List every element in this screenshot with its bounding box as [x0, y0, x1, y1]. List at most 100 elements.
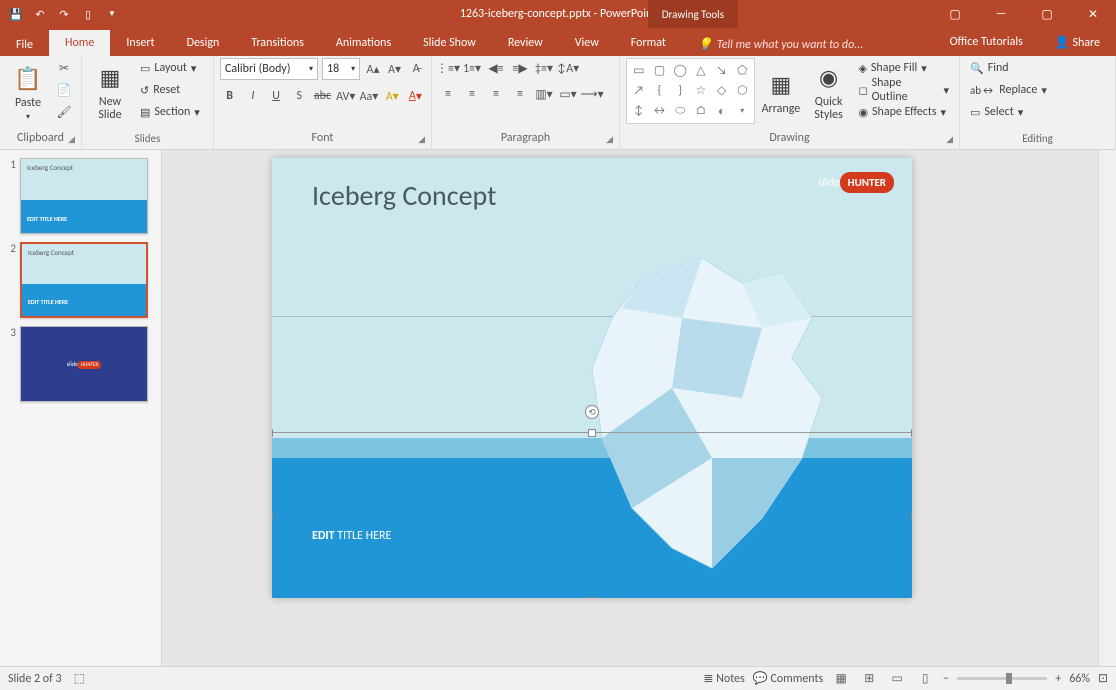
reset-button[interactable]: ↺ Reset: [136, 80, 204, 100]
minimize-button[interactable]: —: [978, 0, 1024, 28]
slide-editor[interactable]: Iceberg Concept slideHUNTER EDIT TITLE H…: [162, 150, 1116, 666]
fit-to-window-button[interactable]: ⊡: [1098, 671, 1108, 686]
office-tutorials-link[interactable]: Office Tutorials: [934, 29, 1039, 56]
highlight-button[interactable]: A▾: [383, 86, 402, 106]
dialog-launcher-icon[interactable]: ◢: [418, 134, 425, 145]
dialog-launcher-icon[interactable]: ◢: [946, 134, 953, 145]
reading-view-button[interactable]: ▭: [887, 671, 907, 687]
rotate-handle[interactable]: ⟲: [585, 405, 599, 419]
clear-formatting-button[interactable]: A̶: [407, 59, 425, 79]
arrange-button[interactable]: ▦Arrange: [759, 58, 803, 126]
char-spacing-button[interactable]: AV▾: [336, 86, 355, 106]
zoom-level[interactable]: 66%: [1069, 672, 1090, 686]
tab-format[interactable]: Format: [615, 30, 682, 56]
cut-button[interactable]: ✂: [54, 58, 74, 78]
italic-button[interactable]: I: [243, 86, 262, 106]
selection-box[interactable]: ⟲: [272, 432, 912, 598]
font-name-combo[interactable]: Calibri (Body)▾: [220, 58, 318, 80]
shadow-button[interactable]: S: [290, 86, 309, 106]
qat-dropdown-icon[interactable]: ▼: [104, 6, 120, 22]
tab-transitions[interactable]: Transitions: [235, 30, 320, 56]
zoom-out-button[interactable]: −: [943, 672, 949, 686]
text-direction-button[interactable]: ↕A▾: [558, 58, 578, 78]
bullets-button[interactable]: ⋮≡▾: [438, 58, 458, 78]
format-painter-button[interactable]: 🖌: [54, 102, 74, 122]
resize-handle[interactable]: [272, 597, 273, 598]
file-tab[interactable]: File: [0, 34, 49, 56]
slide-sorter-button[interactable]: ⊞: [859, 671, 879, 687]
layout-button[interactable]: ▭ Layout ▾: [136, 58, 204, 78]
maximize-button[interactable]: ▢: [1024, 0, 1070, 28]
change-case-button[interactable]: Aa▾: [359, 86, 378, 106]
decrease-indent-button[interactable]: ◀≡: [486, 58, 506, 78]
font-size-combo[interactable]: 18▾: [322, 58, 360, 80]
grow-font-button[interactable]: A▴: [364, 59, 382, 79]
numbering-button[interactable]: 1≡▾: [462, 58, 482, 78]
line-spacing-button[interactable]: ‡≡▾: [534, 58, 554, 78]
resize-handle[interactable]: [272, 429, 273, 437]
columns-button[interactable]: ▥▾: [534, 84, 554, 104]
resize-handle[interactable]: [588, 429, 596, 437]
tab-animations[interactable]: Animations: [320, 30, 407, 56]
align-left-button[interactable]: ≡: [438, 84, 458, 104]
paste-button[interactable]: 📋Paste▾: [6, 58, 50, 126]
resize-handle[interactable]: [911, 429, 912, 437]
save-icon[interactable]: 💾: [8, 6, 24, 22]
undo-icon[interactable]: ↶: [32, 6, 48, 22]
copy-button[interactable]: 📄: [54, 80, 74, 100]
replace-button[interactable]: ab↔ Replace ▾: [966, 80, 1051, 100]
select-button[interactable]: ▭ Select ▾: [966, 102, 1051, 122]
zoom-in-button[interactable]: +: [1055, 672, 1061, 686]
group-font: Font◢: [220, 129, 425, 147]
slide-thumbnail-3[interactable]: slideHUNTER: [20, 326, 148, 402]
shape-outline-button[interactable]: ◻ Shape Outline ▾: [854, 80, 953, 100]
share-button[interactable]: 👤 Share: [1039, 29, 1116, 56]
zoom-slider[interactable]: [957, 677, 1047, 680]
slide-thumbnail-1[interactable]: Iceberg Concept EDIT TITLE HERE: [20, 158, 148, 234]
find-button[interactable]: 🔍 Find: [966, 58, 1051, 78]
smartart-button[interactable]: ⟶▾: [582, 84, 602, 104]
dialog-launcher-icon[interactable]: ◢: [606, 134, 613, 145]
slide-canvas[interactable]: Iceberg Concept slideHUNTER EDIT TITLE H…: [272, 158, 912, 598]
resize-handle[interactable]: [911, 597, 912, 598]
redo-icon[interactable]: ↷: [56, 6, 72, 22]
align-right-button[interactable]: ≡: [486, 84, 506, 104]
underline-button[interactable]: U: [266, 86, 285, 106]
strikethrough-button[interactable]: abc: [313, 86, 332, 106]
notes-button[interactable]: ≣ Notes: [703, 671, 744, 686]
quick-styles-button[interactable]: ◉Quick Styles: [807, 58, 851, 126]
tab-insert[interactable]: Insert: [110, 30, 170, 56]
font-color-button[interactable]: A▾: [406, 86, 425, 106]
shapes-gallery[interactable]: ▭▢◯△↘⬠ ↗{}☆◇⬡ ↕↔⬭⌂◐▾: [626, 58, 755, 124]
tab-view[interactable]: View: [559, 30, 615, 56]
resize-handle[interactable]: [272, 513, 273, 521]
shape-fill-button[interactable]: ◈ Shape Fill ▾: [854, 58, 953, 78]
justify-button[interactable]: ≡: [510, 84, 530, 104]
align-text-button[interactable]: ▭▾: [558, 84, 578, 104]
spellcheck-icon[interactable]: ⬚: [74, 671, 85, 686]
new-slide-button[interactable]: ▦New Slide: [88, 58, 132, 126]
close-button[interactable]: ✕: [1070, 0, 1116, 28]
tell-me-search[interactable]: 💡Tell me what you want to do...: [690, 33, 871, 56]
slide-thumbnail-2[interactable]: Iceberg Concept EDIT TITLE HERE: [20, 242, 148, 318]
section-button[interactable]: ▤ Section ▾: [136, 102, 204, 122]
tab-slideshow[interactable]: Slide Show: [407, 30, 492, 56]
bold-button[interactable]: B: [220, 86, 239, 106]
shape-effects-button[interactable]: ◉ Shape Effects ▾: [854, 102, 953, 122]
resize-handle[interactable]: [911, 513, 912, 521]
increase-indent-button[interactable]: ≡▶: [510, 58, 530, 78]
vertical-scrollbar[interactable]: [1098, 150, 1116, 666]
normal-view-button[interactable]: ▦: [831, 671, 851, 687]
ribbon-display-options-icon[interactable]: ▢: [932, 0, 978, 28]
shrink-font-button[interactable]: A▾: [386, 59, 404, 79]
slideshow-view-button[interactable]: ▯: [915, 671, 935, 687]
dialog-launcher-icon[interactable]: ◢: [68, 134, 75, 145]
align-center-button[interactable]: ≡: [462, 84, 482, 104]
comments-button[interactable]: 💬 Comments: [753, 671, 823, 686]
resize-handle[interactable]: [588, 597, 596, 598]
tab-review[interactable]: Review: [492, 30, 559, 56]
tab-home[interactable]: Home: [49, 30, 110, 56]
slide-thumbnails-panel[interactable]: 1 Iceberg Concept EDIT TITLE HERE 2 Iceb…: [0, 150, 162, 666]
tab-design[interactable]: Design: [171, 30, 236, 56]
start-from-beginning-icon[interactable]: ▯: [80, 6, 96, 22]
